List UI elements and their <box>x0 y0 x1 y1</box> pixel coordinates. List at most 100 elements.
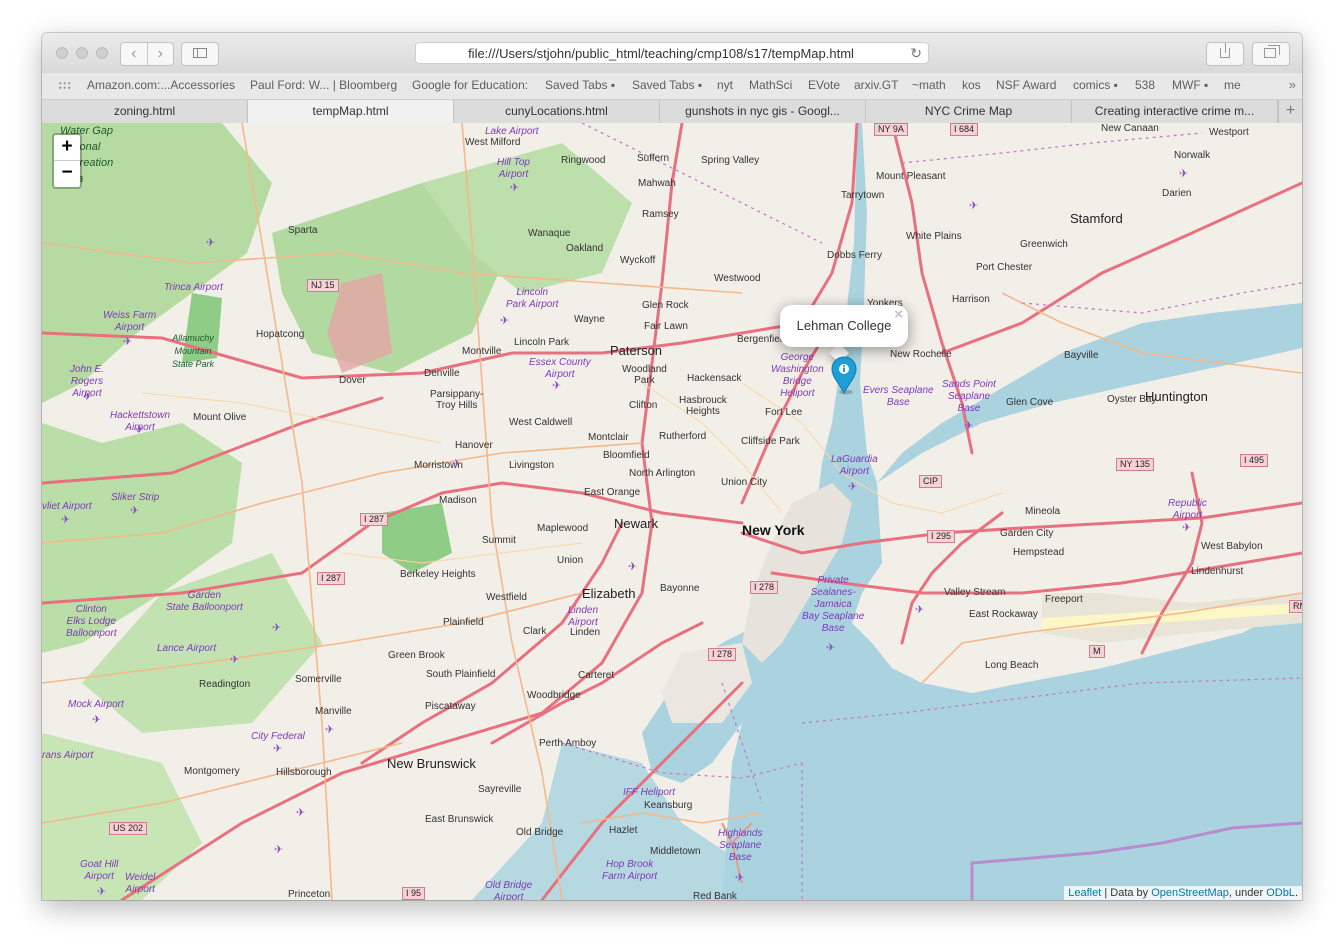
place-label: Keansburg <box>644 800 693 811</box>
place-label: New Rochelle <box>890 349 952 360</box>
place-label: New Brunswick <box>387 756 476 771</box>
place-label: Middletown <box>650 846 701 857</box>
place-label: Dover <box>339 375 366 386</box>
place-label: Oakland <box>566 243 604 254</box>
place-label: Suffern <box>637 153 670 164</box>
bookmark-item[interactable]: nyt <box>717 78 733 92</box>
feature-label: Highlands Seaplane Base <box>718 828 763 863</box>
feature-label: Evers Seaplane Base <box>863 385 934 408</box>
feature-label: Weiss Farm Airport <box>103 310 157 333</box>
place-label: Hillsborough <box>276 767 332 778</box>
tab-bar: zoning.html tempMap.html cunyLocations.h… <box>42 100 1302 124</box>
map-canvas[interactable]: NJ 15 NY 9A I 684 I 287 I 287 I 278 I 27… <box>42 123 1302 900</box>
place-label: Woodbridge <box>527 690 581 701</box>
show-tabs-button[interactable] <box>1252 42 1290 66</box>
bookmark-item[interactable]: NSF Award <box>996 78 1056 92</box>
attribution-text: . <box>1294 887 1298 899</box>
place-label: Cliffside Park <box>741 436 800 447</box>
bookmark-item[interactable]: Amazon.com:...Accessories <box>87 78 235 92</box>
bookmark-item[interactable]: kos <box>962 78 981 92</box>
feature-label: Allamuchy Mountain State Park <box>172 333 215 369</box>
place-label: West Caldwell <box>509 417 573 428</box>
bookmark-item[interactable]: 538 <box>1135 78 1155 92</box>
top-sites-grid-icon[interactable] <box>58 81 71 91</box>
marker-popup: Lehman College × <box>780 305 908 347</box>
route-shield: I 295 <box>927 530 956 543</box>
feature-label: Private Sealanes- Jamaica Bay Seaplane B… <box>802 575 865 634</box>
bookmark-item[interactable]: arxiv.GT <box>854 78 898 92</box>
place-label: Dobbs Ferry <box>827 250 883 261</box>
place-label: Westwood <box>714 273 761 284</box>
tab-creating-interactive[interactable]: Creating interactive crime m... <box>1072 100 1278 123</box>
tab-tempmap[interactable]: tempMap.html <box>248 100 454 123</box>
zoom-window-button[interactable] <box>96 47 108 59</box>
tab-cunylocations[interactable]: cunyLocations.html <box>454 100 660 123</box>
place-label: Old Bridge <box>516 827 564 838</box>
map-base-layer <box>42 123 1302 900</box>
place-label: Glen Rock <box>642 300 689 311</box>
place-label: Red Bank <box>693 891 737 900</box>
bookmark-item[interactable]: Google for Education: <box>412 78 528 92</box>
bookmark-item[interactable]: me <box>1224 78 1241 92</box>
place-label: Bloomfield <box>603 450 650 461</box>
share-icon <box>1220 43 1230 58</box>
feature-label: Linden Airport <box>568 605 599 628</box>
place-label: Ringwood <box>561 155 606 166</box>
place-label: Sparta <box>288 225 318 236</box>
airport-icon: ✈ <box>510 182 520 194</box>
tabs-overview-icon <box>1264 45 1280 58</box>
bookmark-item[interactable]: ~math <box>912 78 946 92</box>
feature-label: rans Airport <box>42 750 94 761</box>
back-button[interactable]: ‹ <box>121 43 147 65</box>
airport-icon: ✈ <box>1182 522 1192 534</box>
tab-gunshots[interactable]: gunshots in nyc gis - Googl... <box>660 100 866 123</box>
reload-icon[interactable]: ↻ <box>910 45 922 62</box>
airport-icon: ✈ <box>628 561 638 573</box>
feature-label: IFF Heliport <box>623 787 676 798</box>
feature-label: Hop Brook Farm Airport <box>602 859 658 882</box>
close-window-button[interactable] <box>56 47 68 59</box>
minimize-window-button[interactable] <box>76 47 88 59</box>
location-marker-icon[interactable] <box>829 355 859 395</box>
place-label: Denville <box>424 368 460 379</box>
bookmark-item[interactable]: MWF ▪ <box>1172 78 1208 92</box>
bookmark-item[interactable]: Saved Tabs ▪ <box>632 78 702 92</box>
odbl-link[interactable]: ODbL <box>1266 887 1295 899</box>
feature-label: Garden State Balloonport <box>166 590 243 613</box>
place-label: Union City <box>721 477 768 488</box>
route-shield: I 287 <box>360 513 389 526</box>
place-label: Hasbrouck Heights <box>679 395 727 417</box>
bookmark-item[interactable]: EVote <box>808 78 840 92</box>
place-label: Fort Lee <box>765 407 803 418</box>
address-bar[interactable]: file:///Users/stjohn/public_html/teachin… <box>415 42 929 64</box>
forward-button[interactable]: › <box>146 43 174 65</box>
place-label: Newark <box>614 516 659 531</box>
place-label: Westport <box>1209 127 1249 138</box>
place-label: Hanover <box>455 440 493 451</box>
zoom-in-button[interactable]: + <box>54 135 80 160</box>
place-label: Oyster Bay <box>1107 394 1157 405</box>
bookmarks-overflow-icon[interactable]: » <box>1289 77 1296 92</box>
popup-close-button[interactable]: × <box>894 306 903 323</box>
tab-nyc-crime-map[interactable]: NYC Crime Map <box>866 100 1072 123</box>
sidebar-toggle-button[interactable] <box>181 42 219 66</box>
feature-label: vliet Airport <box>42 501 92 512</box>
airport-icon: ✈ <box>826 642 836 654</box>
feature-label: Lake Airport <box>485 126 539 137</box>
place-label: Stamford <box>1070 211 1123 226</box>
feature-label: Mock Airport <box>68 699 124 710</box>
bookmark-item[interactable]: MathSci <box>749 78 792 92</box>
place-label: East Orange <box>584 487 641 498</box>
airport-icon: ✈ <box>969 200 979 212</box>
new-tab-button[interactable]: + <box>1278 100 1302 123</box>
bookmark-item[interactable]: Paul Ford: W... | Bloomberg <box>250 78 397 92</box>
tab-zoning[interactable]: zoning.html <box>42 100 248 123</box>
zoom-out-button[interactable]: − <box>54 160 80 186</box>
leaflet-link[interactable]: Leaflet <box>1068 887 1101 899</box>
osm-link[interactable]: OpenStreetMap <box>1151 887 1229 899</box>
place-label: White Plains <box>906 231 962 242</box>
bookmark-item[interactable]: Saved Tabs ▪ <box>545 78 615 92</box>
share-button[interactable] <box>1206 42 1244 66</box>
place-label: Madison <box>439 495 477 506</box>
bookmark-item[interactable]: comics ▪ <box>1073 78 1118 92</box>
